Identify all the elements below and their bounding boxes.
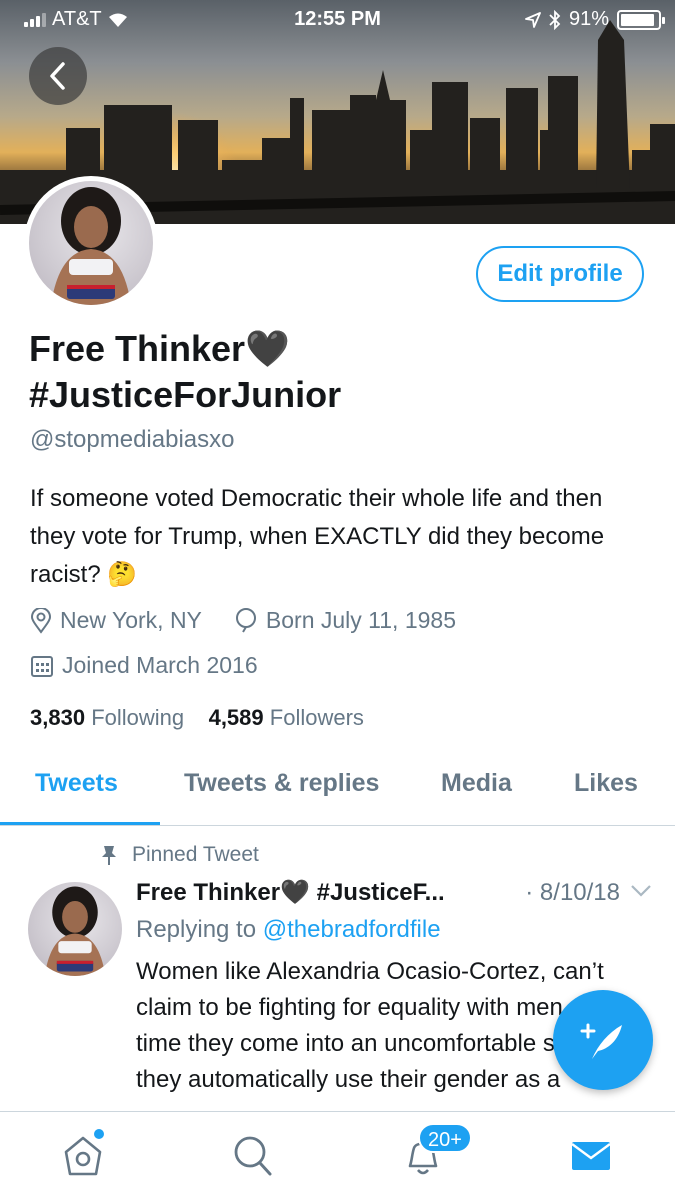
profile-bio: If someone voted Democratic their whole … <box>30 485 605 588</box>
nav-messages[interactable] <box>570 1134 612 1183</box>
profile-name: Free Thinker🖤 #JusticeForJunior <box>29 326 649 418</box>
battery-level <box>621 13 654 26</box>
location-pin-icon <box>30 607 52 634</box>
tweet-header: Free Thinker🖤 #JusticeF... · 8/10/18 <box>136 878 656 907</box>
home-icon <box>64 1136 102 1176</box>
nav-home[interactable] <box>62 1134 104 1183</box>
profile-meta-row: New York, NY Born July 11, 1985 <box>30 607 456 634</box>
calendar-icon <box>31 655 53 677</box>
profile-joined-row: Joined March 2016 <box>30 652 258 679</box>
edit-profile-button[interactable]: Edit profile <box>476 246 644 302</box>
tweet-author[interactable]: Free Thinker🖤 #JusticeF... <box>136 878 445 907</box>
tweet-avatar[interactable] <box>28 882 122 976</box>
tab-tweets-replies[interactable]: Tweets & replies <box>184 769 379 798</box>
following-label: Following <box>91 705 185 730</box>
replying-to-link[interactable]: @thebradfordfile <box>263 916 441 943</box>
tab-media[interactable]: Media <box>441 769 512 798</box>
nav-search[interactable] <box>232 1134 274 1183</box>
pinned-label: Pinned Tweet <box>132 843 259 866</box>
profile-name-line1: Free Thinker🖤 <box>29 328 290 369</box>
profile-location: New York, NY <box>60 607 202 633</box>
replying-prefix: Replying to <box>136 916 257 943</box>
following-count: 3,830 <box>30 705 86 730</box>
battery-percent: 91% <box>568 8 609 30</box>
profile-birthday: Born July 11, 1985 <box>265 607 456 633</box>
profile-avatar[interactable] <box>24 176 158 310</box>
balloon-icon <box>235 607 256 633</box>
followers-count: 4,589 <box>208 705 264 730</box>
compose-feather-icon <box>580 1023 622 1059</box>
status-bar: AT&T 12:55 PM 91% <box>0 0 675 40</box>
profile-joined: Joined March 2016 <box>62 652 258 678</box>
profile-handle: @stopmediabiasxo <box>30 426 235 453</box>
followers-link[interactable]: 4,589 Followers <box>209 705 364 730</box>
battery-icon <box>617 9 665 30</box>
chevron-left-icon <box>50 62 65 90</box>
profile-name-line2: #JusticeForJunior <box>29 374 342 415</box>
avatar-photo <box>29 181 153 305</box>
following-link[interactable]: 3,830 Following <box>30 705 184 730</box>
notifications-badge: 20+ <box>418 1123 472 1153</box>
follow-counts: 3,830 Following 4,589 Followers <box>30 705 364 731</box>
bluetooth-icon <box>549 9 561 30</box>
bottom-nav <box>0 1111 675 1200</box>
followers-label: Followers <box>269 705 364 730</box>
search-icon <box>234 1136 272 1176</box>
tab-likes[interactable]: Likes <box>574 769 638 798</box>
replying-to: Replying to @thebradfordfile <box>136 916 441 944</box>
pin-icon <box>102 846 116 865</box>
compose-tweet-button[interactable] <box>553 990 653 1090</box>
messages-icon <box>571 1142 611 1170</box>
pinned-label-row: Pinned Tweet <box>100 843 259 867</box>
active-tab-indicator <box>0 822 160 825</box>
tab-tweets[interactable]: Tweets <box>35 769 118 798</box>
profile-tabs: Tweets Tweets & replies Media Likes <box>0 752 675 826</box>
location-arrow-icon <box>525 11 541 28</box>
back-button[interactable] <box>29 47 87 105</box>
home-unread-dot <box>94 1129 104 1139</box>
chevron-down-icon[interactable] <box>630 884 652 898</box>
